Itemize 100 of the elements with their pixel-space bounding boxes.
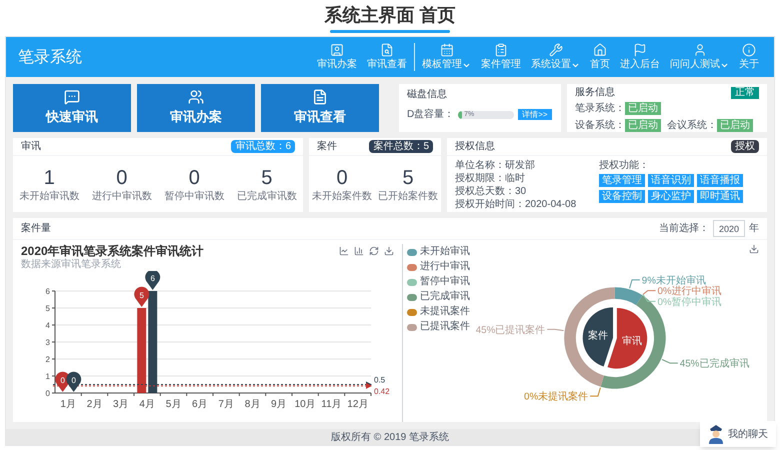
quick-action-button[interactable]: 审讯查看 <box>261 84 379 132</box>
nav-item[interactable]: 审讯查看 <box>364 43 415 71</box>
year-field[interactable]: 2020 <box>713 220 745 237</box>
features-label: 授权功能： <box>599 159 650 172</box>
axis-label: 3 <box>46 338 50 347</box>
slice-label: 45%已提讯案件 <box>476 324 546 336</box>
bar-chart-icon[interactable] <box>354 246 364 256</box>
download-icon[interactable] <box>749 244 759 254</box>
feature-tag: 即时通讯 <box>697 190 743 203</box>
status-badge: 正常 <box>731 87 759 99</box>
axis-label: 8月 <box>244 399 260 410</box>
calendar-icon <box>438 43 454 57</box>
value-pin: 0 <box>66 372 82 392</box>
legend-label: 暂停中审讯 <box>420 276 470 288</box>
stat-value: 0 <box>188 166 200 190</box>
nav-item[interactable]: 进入后台 <box>617 43 663 71</box>
axis-label: 4月 <box>139 399 155 410</box>
card-title: 案件 <box>317 140 337 154</box>
leader-line <box>546 328 564 332</box>
nav-item[interactable]: 首页 <box>587 43 613 71</box>
document-icon <box>312 89 328 106</box>
status-tag: 已启动 <box>625 119 661 132</box>
feature-tag: 身心监护 <box>648 190 694 203</box>
slice-label: 案件 <box>588 330 608 342</box>
stat-label: 已完成审讯数 <box>236 190 297 202</box>
footer-text: 版权所有 © 2019 笔录系统 <box>331 430 449 444</box>
stat-value: 5 <box>402 166 414 190</box>
axis-label: 4 <box>46 321 50 330</box>
pie-slice <box>582 307 614 366</box>
service-label: 笔录系统： <box>575 102 625 116</box>
axis-label: 11月 <box>321 399 342 410</box>
annotation: 6 <box>150 274 156 283</box>
count-badge: 审讯总数：6 <box>231 140 295 153</box>
leader-line <box>590 387 601 397</box>
nav-item[interactable]: 系统设置 <box>528 43 583 71</box>
card-title: 磁盘信息 <box>407 89 448 101</box>
value-pin: 5 <box>134 286 150 307</box>
license-field: 授权开始时间：2020-04-08 <box>455 198 591 211</box>
axis-label: 7月 <box>218 399 234 410</box>
stat-value: 0 <box>116 166 128 190</box>
axis-label: 12月 <box>347 399 368 410</box>
nav-item[interactable]: 关于 <box>736 43 762 71</box>
line-chart-icon[interactable] <box>339 246 349 256</box>
card-title: 审讯 <box>21 140 41 154</box>
card-title: 案件量 <box>21 222 51 236</box>
page-title: 系统主界面 首页 <box>324 4 456 27</box>
card-title: 授权信息 <box>455 140 495 154</box>
slice-label: 0%暂停中审讯 <box>657 296 722 308</box>
legend-swatch <box>407 248 417 256</box>
legend-swatch <box>407 294 417 300</box>
feature-tag: 笔录管理 <box>599 174 645 187</box>
nav-item[interactable]: 案件管理 <box>478 43 524 71</box>
stat-value: 5 <box>261 166 272 190</box>
file-search-icon <box>379 43 395 57</box>
year-unit: 年 <box>749 222 759 236</box>
details-button[interactable]: 详情>> <box>518 109 552 120</box>
service-label: 设备系统： <box>575 118 625 133</box>
license-field: 授权总天数：30 <box>455 185 591 198</box>
quick-action-button[interactable]: 审讯办案 <box>137 84 255 132</box>
wrench-icon <box>548 43 564 57</box>
nav-item[interactable]: 审讯办案 <box>314 43 360 71</box>
year-label: 当前选择： <box>659 222 709 236</box>
axis-label: 5 <box>46 304 50 313</box>
average-label: 0.5 <box>374 376 386 384</box>
feature-tag: 语音识别 <box>648 174 694 187</box>
stat-label: 未开始案件数 <box>312 190 372 202</box>
stat-value: 1 <box>44 166 55 190</box>
axis-label: 3月 <box>113 399 129 410</box>
nav-item[interactable]: 模板管理 <box>419 43 474 71</box>
info-icon <box>741 43 757 57</box>
feature-tag: 设备控制 <box>599 190 645 203</box>
slice-label: 审讯 <box>622 336 642 348</box>
legend-label: 已完成审讯 <box>420 291 470 303</box>
annotation: 5 <box>139 291 144 300</box>
chat-widget[interactable]: 我的聊天 <box>700 421 776 447</box>
avatar-icon <box>708 424 724 444</box>
count-badge: 授权 <box>731 140 759 153</box>
refresh-icon[interactable] <box>369 246 379 256</box>
annotation: 0 <box>60 376 66 385</box>
service-label: 会议系统： <box>667 118 717 133</box>
nav-item[interactable]: 问问人测试 <box>667 43 732 71</box>
axis-label: 5月 <box>166 399 182 410</box>
leader-line <box>629 279 640 289</box>
download-icon[interactable] <box>384 246 394 256</box>
legend-swatch <box>407 324 417 330</box>
quick-action-button[interactable]: 快速审讯 <box>13 84 131 132</box>
legend-label: 进行中审讯 <box>420 261 470 273</box>
axis-label: 2月 <box>86 399 102 410</box>
pie-slice <box>608 308 648 369</box>
card-title: 服务信息 <box>575 87 615 99</box>
axis-label: 1 <box>46 372 50 381</box>
axis-label: 0 <box>46 389 50 398</box>
axis-label: 6 <box>46 287 50 296</box>
status-tag: 已启动 <box>625 102 661 115</box>
legend-swatch <box>407 278 417 286</box>
user-square-icon <box>329 43 345 57</box>
flag-icon <box>632 43 648 57</box>
feature-tag: 语音播报 <box>697 174 743 187</box>
license-field: 授权期限：临时 <box>455 172 591 185</box>
legend-label: 未开始审讯 <box>420 246 470 258</box>
